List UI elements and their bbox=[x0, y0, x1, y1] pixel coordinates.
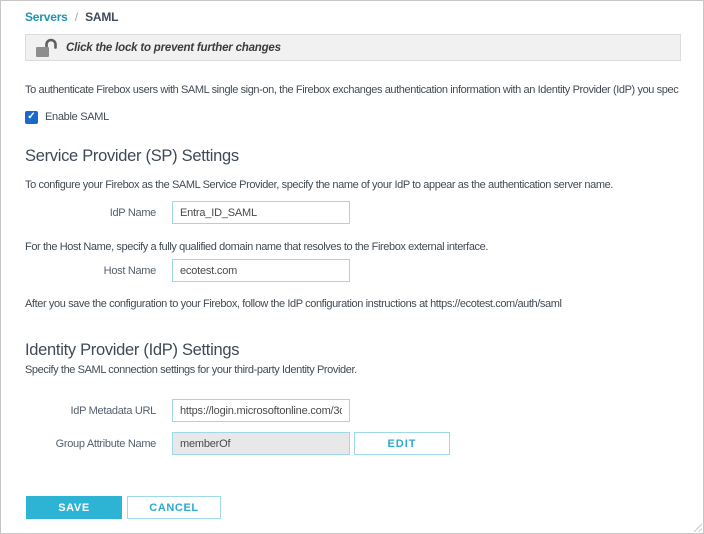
idp-name-row: IdP Name bbox=[25, 201, 679, 224]
host-name-label: Host Name bbox=[25, 265, 156, 277]
saml-settings-page: Servers / SAML Click the lock to prevent… bbox=[0, 0, 704, 534]
save-button[interactable]: SAVE bbox=[26, 496, 122, 519]
idp-metadata-url-input[interactable] bbox=[172, 399, 350, 422]
breadcrumb-servers-link[interactable]: Servers bbox=[25, 10, 68, 24]
edit-button[interactable]: EDIT bbox=[354, 432, 450, 455]
idp-name-input[interactable] bbox=[172, 201, 350, 224]
lock-bar-text: Click the lock to prevent further change… bbox=[66, 42, 281, 54]
group-attribute-input bbox=[172, 432, 350, 455]
post-save-note: After you save the configuration to your… bbox=[25, 297, 679, 311]
lock-bar[interactable]: Click the lock to prevent further change… bbox=[25, 34, 681, 61]
breadcrumb-separator: / bbox=[75, 10, 78, 24]
enable-saml-checkbox[interactable]: ✓ bbox=[25, 111, 38, 124]
idp-settings-heading: Identity Provider (IdP) Settings bbox=[25, 340, 679, 360]
sp-settings-heading: Service Provider (SP) Settings bbox=[25, 146, 679, 166]
idp-name-label: IdP Name bbox=[25, 207, 156, 219]
group-attribute-row: Group Attribute Name EDIT bbox=[25, 432, 679, 455]
intro-text: To authenticate Firebox users with SAML … bbox=[25, 83, 679, 97]
group-attribute-label: Group Attribute Name bbox=[25, 438, 156, 450]
idp-metadata-url-row: IdP Metadata URL bbox=[25, 399, 679, 422]
enable-saml-label: Enable SAML bbox=[45, 111, 109, 123]
enable-saml-row: ✓ Enable SAML bbox=[25, 110, 679, 124]
sp-settings-description: To configure your Firebox as the SAML Se… bbox=[25, 178, 679, 192]
host-name-input[interactable] bbox=[172, 259, 350, 282]
cancel-button[interactable]: CANCEL bbox=[127, 496, 221, 519]
host-name-row: Host Name bbox=[25, 259, 679, 282]
checkmark-icon: ✓ bbox=[27, 112, 35, 122]
breadcrumb: Servers / SAML bbox=[25, 10, 679, 24]
host-name-hint: For the Host Name, specify a fully quali… bbox=[25, 240, 679, 254]
resize-grip-icon[interactable] bbox=[692, 522, 702, 532]
idp-settings-description: Specify the SAML connection settings for… bbox=[25, 363, 679, 377]
breadcrumb-current: SAML bbox=[85, 10, 118, 24]
unlocked-padlock-icon[interactable] bbox=[35, 38, 58, 58]
idp-metadata-url-label: IdP Metadata URL bbox=[25, 405, 156, 417]
action-buttons: SAVE CANCEL bbox=[26, 496, 679, 519]
